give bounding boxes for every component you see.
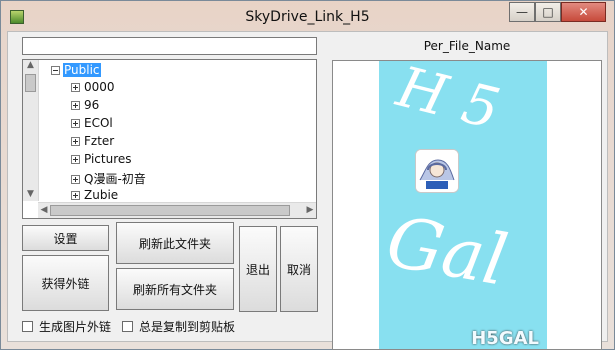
collapse-icon[interactable] bbox=[51, 66, 60, 75]
tree-node-label: Public bbox=[63, 63, 101, 77]
preview-image: H 5 Gal H5GAL bbox=[379, 60, 547, 349]
scroll-left-icon[interactable]: ◀ bbox=[38, 203, 50, 218]
tree-node-label: Zubie bbox=[84, 188, 119, 202]
refresh-all-button[interactable]: 刷新所有文件夹 bbox=[116, 268, 234, 310]
watermark-top-text: H 5 bbox=[390, 60, 506, 143]
copy-clipboard-label: 总是复制到剪贴板 bbox=[139, 320, 236, 334]
tree-node[interactable]: Fzter bbox=[71, 134, 115, 150]
path-input[interactable] bbox=[22, 37, 317, 55]
scroll-up-icon[interactable]: ▲ bbox=[23, 60, 38, 72]
tree-node-label: ECOl bbox=[84, 116, 113, 130]
scroll-down-icon[interactable]: ▼ bbox=[23, 189, 38, 201]
tree-node[interactable]: ECOl bbox=[71, 116, 114, 132]
expand-icon[interactable] bbox=[71, 137, 80, 146]
tree-node-label: Q漫画-初音 bbox=[84, 172, 146, 186]
tree-node[interactable]: 96 bbox=[71, 98, 100, 114]
character-illustration bbox=[416, 150, 458, 192]
main-panel: ▲ ▼ Public 0000 96 ECOl Fzter Pictures Q… bbox=[7, 31, 608, 350]
tree-node[interactable]: 0000 bbox=[71, 80, 116, 96]
title-bar[interactable]: SkyDrive_Link_H5 — □ ✕ bbox=[1, 1, 614, 31]
copy-clipboard-option[interactable]: 总是复制到剪贴板 bbox=[122, 318, 235, 335]
h5gal-logo: H5GAL bbox=[471, 328, 539, 349]
tree-node-label: 96 bbox=[84, 98, 100, 112]
tree-node[interactable]: Pictures bbox=[71, 152, 133, 168]
expand-icon[interactable] bbox=[71, 83, 80, 92]
tree-node[interactable]: Q漫画-初音 bbox=[71, 170, 147, 186]
window-controls: — □ ✕ bbox=[509, 2, 606, 22]
scroll-right-icon[interactable]: ▶ bbox=[304, 203, 316, 218]
horizontal-scroll-thumb[interactable] bbox=[50, 205, 290, 216]
cancel-button[interactable]: 取消 bbox=[280, 226, 318, 312]
image-link-label: 生成图片外链 bbox=[39, 320, 112, 334]
character-sticker-icon bbox=[415, 149, 459, 193]
app-window: SkyDrive_Link_H5 — □ ✕ ▲ ▼ Public 0000 9… bbox=[0, 0, 615, 350]
horizontal-scrollbar[interactable]: ◀ ▶ bbox=[38, 202, 316, 218]
image-preview: H 5 Gal H5GAL bbox=[332, 60, 602, 350]
get-link-button[interactable]: 获得外链 bbox=[22, 255, 109, 311]
watermark-bottom-text: Gal bbox=[380, 200, 514, 302]
minimize-button[interactable]: — bbox=[509, 2, 535, 22]
copy-clipboard-checkbox[interactable] bbox=[122, 321, 133, 332]
exit-button[interactable]: 退出 bbox=[239, 226, 277, 312]
settings-button[interactable]: 设置 bbox=[22, 225, 109, 251]
maximize-button[interactable]: □ bbox=[535, 2, 561, 22]
refresh-folder-button[interactable]: 刷新此文件夹 bbox=[116, 222, 234, 264]
image-link-option[interactable]: 生成图片外链 bbox=[22, 318, 111, 335]
tree-node-label: Pictures bbox=[84, 152, 132, 166]
expand-icon[interactable] bbox=[71, 119, 80, 128]
tree-node-label: 0000 bbox=[84, 80, 115, 94]
tree-node-label: Fzter bbox=[84, 134, 115, 148]
close-button[interactable]: ✕ bbox=[561, 2, 606, 22]
vertical-scrollbar[interactable]: ▲ ▼ bbox=[23, 60, 39, 201]
expand-icon[interactable] bbox=[71, 191, 80, 200]
folder-tree[interactable]: ▲ ▼ Public 0000 96 ECOl Fzter Pictures Q… bbox=[22, 59, 317, 219]
expand-icon[interactable] bbox=[71, 155, 80, 164]
vertical-scroll-thumb[interactable] bbox=[25, 74, 36, 92]
expand-icon[interactable] bbox=[71, 101, 80, 110]
tree-node-root[interactable]: Public bbox=[51, 63, 101, 79]
expand-icon[interactable] bbox=[71, 175, 80, 184]
preview-file-name: Per_File_Name bbox=[423, 39, 511, 53]
image-link-checkbox[interactable] bbox=[22, 321, 33, 332]
